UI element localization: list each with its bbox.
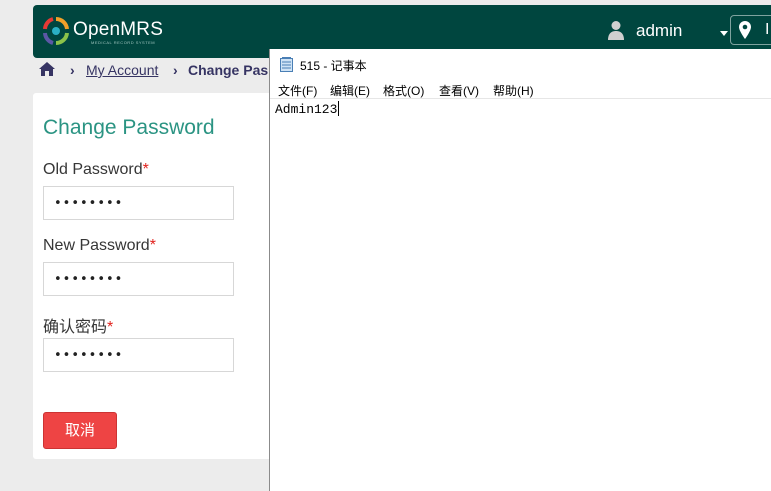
- page-title: Change Password: [43, 116, 215, 139]
- map-marker-icon[interactable]: [739, 21, 751, 39]
- old-password-field[interactable]: ••••••••: [43, 186, 234, 220]
- confirm-password-value: ••••••••: [54, 348, 124, 363]
- breadcrumb-separator: ›: [173, 62, 178, 78]
- menu-help[interactable]: 帮助(H): [493, 82, 534, 99]
- notepad-window[interactable]: 515 - 记事本 文件(F) 编辑(E) 格式(O) 查看(V) 帮助(H) …: [269, 49, 771, 491]
- location-label[interactable]: I: [765, 21, 769, 39]
- menu-view[interactable]: 查看(V): [439, 82, 479, 99]
- chevron-down-icon[interactable]: [720, 31, 728, 36]
- breadcrumb-my-account-link[interactable]: My Account: [86, 62, 158, 78]
- notepad-icon: [280, 57, 293, 72]
- user-menu-name[interactable]: admin: [636, 21, 682, 41]
- notepad-titlebar[interactable]: 515 - 记事本: [270, 49, 771, 79]
- menu-format[interactable]: 格式(O): [383, 82, 424, 99]
- menu-edit[interactable]: 编辑(E): [330, 82, 370, 99]
- confirm-password-field[interactable]: ••••••••: [43, 338, 234, 372]
- confirm-password-label: 确认密码*: [43, 319, 114, 336]
- notepad-title: 515 - 记事本: [300, 59, 367, 73]
- text-cursor: [338, 101, 340, 116]
- breadcrumb-separator: ›: [70, 62, 75, 78]
- cancel-button[interactable]: 取消: [43, 412, 117, 449]
- logo-subtitle: MEDICAL RECORD SYSTEM: [91, 40, 156, 45]
- notepad-text-area[interactable]: Admin123: [275, 101, 340, 117]
- breadcrumb-current: Change Pas: [188, 62, 269, 78]
- menu-file[interactable]: 文件(F): [278, 82, 317, 99]
- home-icon[interactable]: [38, 61, 56, 77]
- logo-text[interactable]: OpenMRS: [73, 19, 163, 41]
- openmrs-logo-icon[interactable]: [43, 17, 69, 45]
- old-password-value: ••••••••: [54, 196, 124, 211]
- new-password-value: ••••••••: [54, 272, 124, 287]
- user-icon[interactable]: [607, 20, 625, 40]
- new-password-label: New Password*: [43, 237, 156, 254]
- old-password-label: Old Password*: [43, 161, 149, 178]
- notepad-menubar: 文件(F) 编辑(E) 格式(O) 查看(V) 帮助(H): [270, 79, 771, 99]
- new-password-field[interactable]: ••••••••: [43, 262, 234, 296]
- notepad-content: Admin123: [275, 102, 338, 117]
